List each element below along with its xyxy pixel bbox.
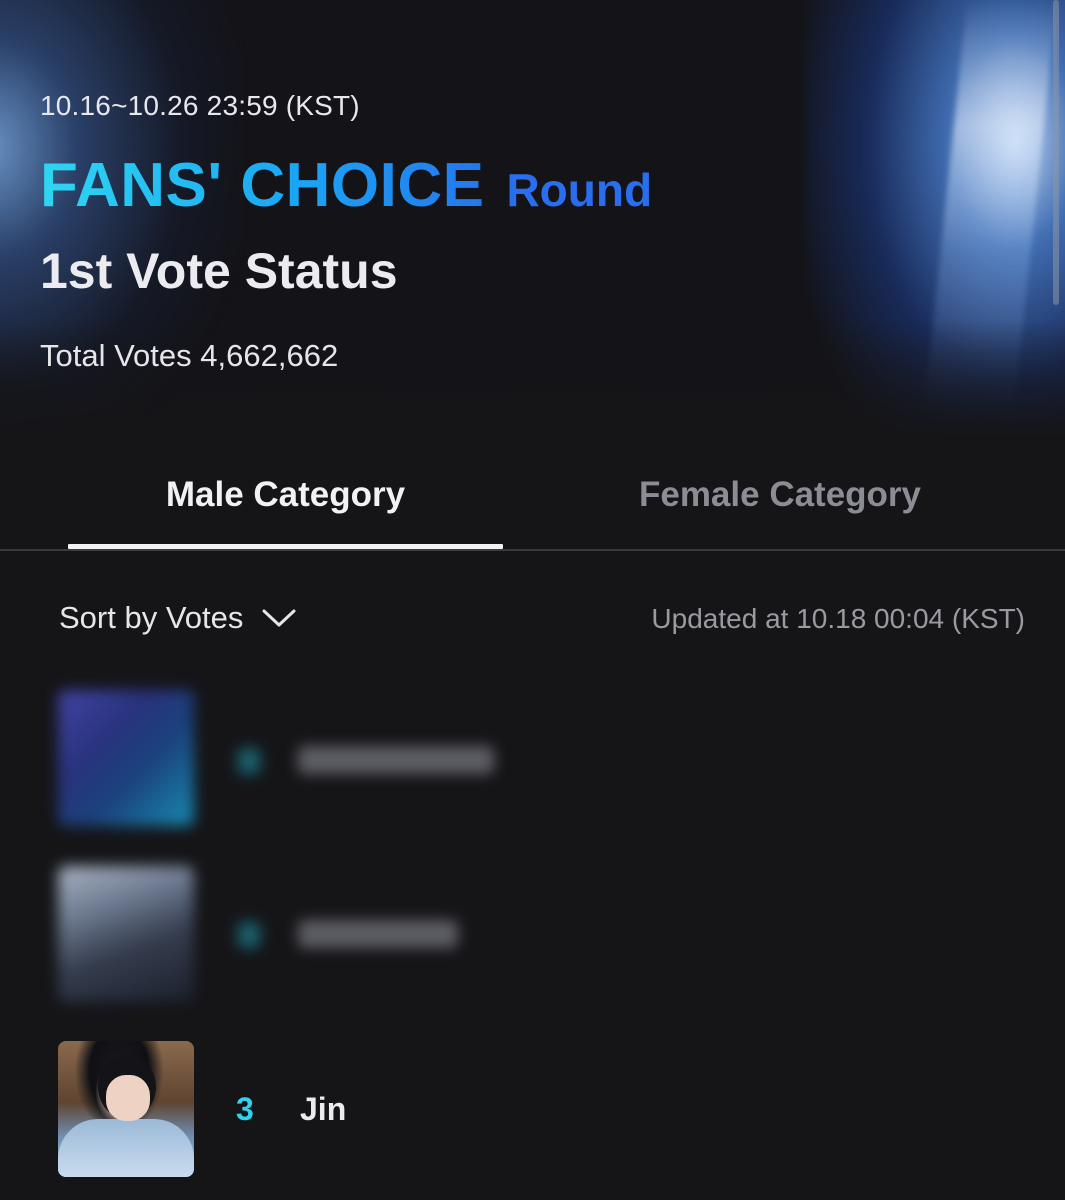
chevron-down-icon xyxy=(262,609,296,627)
updated-timestamp: Updated at 10.18 00:04 (KST) xyxy=(651,603,1025,634)
tab-divider xyxy=(0,549,1065,551)
artist-thumbnail xyxy=(58,690,194,826)
sort-label: Sort by Votes xyxy=(59,600,244,635)
list-item[interactable]: 3 Jin xyxy=(58,1041,1018,1177)
title-round: Round xyxy=(506,164,653,216)
total-votes: Total Votes 4,662,662 xyxy=(40,338,339,373)
category-tabs: Male Category Female Category xyxy=(0,440,1065,552)
artist-name: Jin xyxy=(300,1091,347,1127)
tab-female-category[interactable]: Female Category xyxy=(560,440,1000,550)
scrollbar[interactable] xyxy=(1053,0,1059,305)
active-tab-indicator xyxy=(68,544,503,549)
sort-dropdown[interactable]: Sort by Votes xyxy=(59,600,297,636)
rank-number: 3 xyxy=(236,1091,254,1127)
thumbnail-face xyxy=(106,1075,150,1121)
list-item[interactable] xyxy=(58,866,1018,1002)
rank-placeholder xyxy=(238,922,260,948)
tab-male-category[interactable]: Male Category xyxy=(68,440,503,550)
rank-placeholder xyxy=(238,748,260,774)
artist-thumbnail xyxy=(58,866,194,1002)
thumbnail-jacket xyxy=(58,1119,194,1177)
artist-thumbnail xyxy=(58,1041,194,1177)
name-placeholder xyxy=(298,746,494,774)
vote-status-heading: 1st Vote Status xyxy=(40,243,398,299)
list-item[interactable] xyxy=(58,690,1018,826)
name-placeholder xyxy=(298,920,458,948)
page-title: FANS' CHOICE Round xyxy=(40,150,652,221)
title-main: FANS' CHOICE xyxy=(40,151,485,220)
vote-period: 10.16~10.26 23:59 (KST) xyxy=(40,90,360,121)
